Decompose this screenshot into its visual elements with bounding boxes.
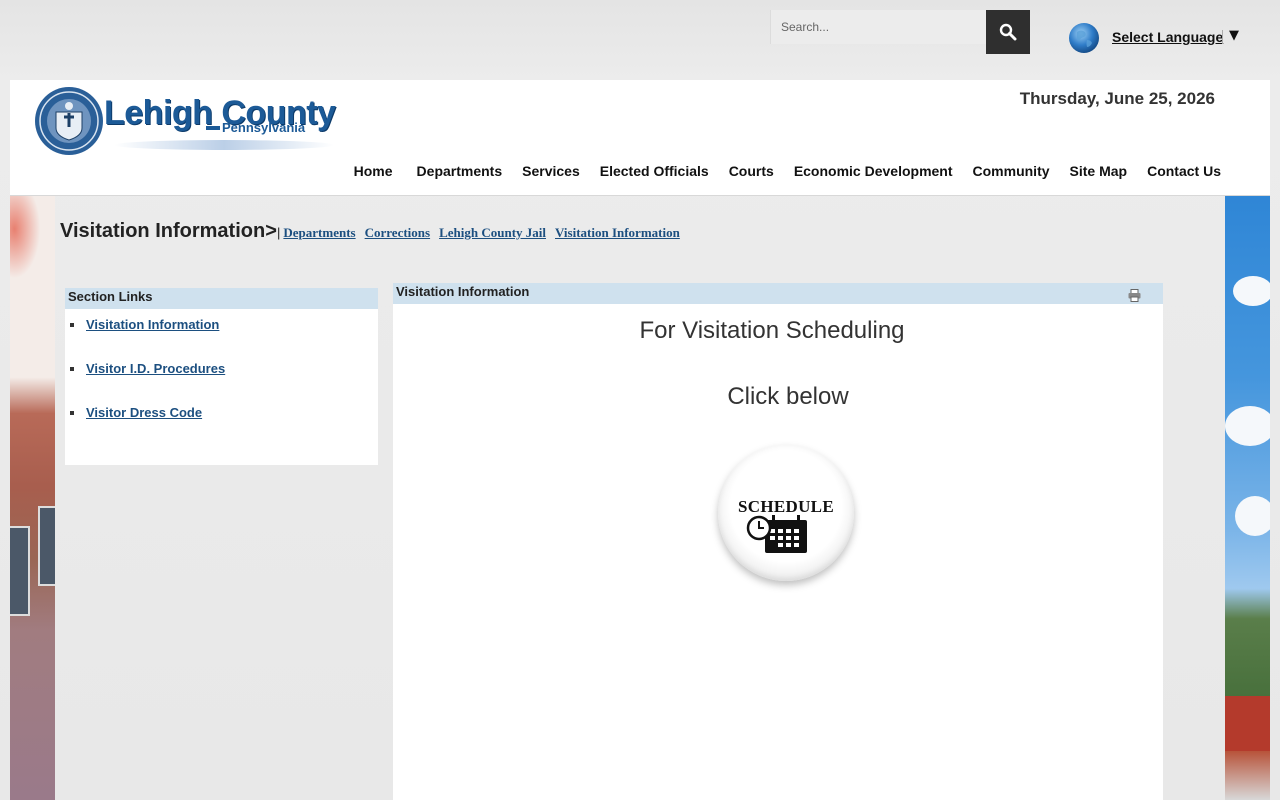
logo-subtitle: Pennsylvania xyxy=(222,120,306,135)
breadcrumb-departments[interactable]: Departments xyxy=(283,225,355,241)
left-background-photo xyxy=(10,196,55,800)
section-link-visitor-dress-code[interactable]: Visitor Dress Code xyxy=(86,404,202,421)
nav-site-map[interactable]: Site Map xyxy=(1070,163,1128,179)
right-background-photo xyxy=(1225,196,1270,800)
logo-accent-bar xyxy=(206,126,220,130)
breadcrumb-visitation-information[interactable]: Visitation Information xyxy=(555,225,680,241)
section-link-visitor-id-procedures[interactable]: Visitor I.D. Procedures xyxy=(86,360,225,377)
nav-economic-development[interactable]: Economic Development xyxy=(794,163,953,179)
section-links-panel: Section Links Visitation Information Vis… xyxy=(65,288,378,465)
page-title: Visitation Information> xyxy=(60,220,277,242)
print-icon[interactable] xyxy=(1128,289,1141,302)
site-logo[interactable]: Lehigh County Pennsylvania xyxy=(34,86,336,162)
breadcrumb-lehigh-county-jail[interactable]: Lehigh County Jail xyxy=(439,225,546,241)
bullet-icon xyxy=(70,323,74,327)
language-dropdown-arrow-icon[interactable]: ▼ xyxy=(1229,28,1239,43)
county-seal-icon xyxy=(35,87,103,155)
nav-elected-officials[interactable]: Elected Officials xyxy=(600,163,709,179)
section-links-header: Section Links xyxy=(65,288,378,309)
nav-courts[interactable]: Courts xyxy=(729,163,774,179)
breadcrumb-corrections[interactable]: Corrections xyxy=(365,225,430,241)
search-button[interactable] xyxy=(986,10,1030,54)
language-divider xyxy=(1222,30,1223,44)
section-links-list: Visitation Information Visitor I.D. Proc… xyxy=(65,309,378,448)
bullet-icon xyxy=(70,411,74,415)
nav-home[interactable]: Home xyxy=(354,163,393,179)
content-header: Visitation Information xyxy=(393,283,1163,304)
content-header-title: Visitation Information xyxy=(396,284,530,299)
section-link-visitation-information[interactable]: Visitation Information xyxy=(86,316,219,333)
content-subheading: Click below xyxy=(727,383,849,410)
calendar-clock-icon xyxy=(746,515,807,553)
nav-departments[interactable]: Departments xyxy=(417,163,503,179)
bullet-icon xyxy=(70,367,74,371)
main-nav: Home Departments Services Elected Offici… xyxy=(334,163,1221,179)
current-date: Thursday, June 25, 2026 xyxy=(1019,89,1215,108)
search-input[interactable] xyxy=(770,10,986,44)
logo-swoosh xyxy=(114,140,334,150)
top-bar: Select Language ▼ xyxy=(0,0,1280,80)
globe-icon xyxy=(1069,23,1099,53)
content-heading: For Visitation Scheduling xyxy=(639,317,905,344)
site-header: Lehigh County Pennsylvania Thursday, Jun… xyxy=(10,80,1270,196)
content-panel: Visitation Information For Visitation Sc… xyxy=(393,283,1163,800)
search-icon xyxy=(999,23,1017,41)
select-language-link[interactable]: Select Language xyxy=(1112,29,1223,45)
nav-community[interactable]: Community xyxy=(973,163,1050,179)
list-item: Visitor Dress Code xyxy=(70,404,378,448)
nav-services[interactable]: Services xyxy=(522,163,580,179)
nav-contact-us[interactable]: Contact Us xyxy=(1147,163,1221,179)
list-item: Visitation Information xyxy=(70,316,378,360)
breadcrumb: | Departments Corrections Lehigh County … xyxy=(277,225,689,241)
schedule-button[interactable]: SCHEDULE xyxy=(718,445,854,581)
list-item: Visitor I.D. Procedures xyxy=(70,360,378,404)
breadcrumb-separator: | xyxy=(277,225,281,240)
